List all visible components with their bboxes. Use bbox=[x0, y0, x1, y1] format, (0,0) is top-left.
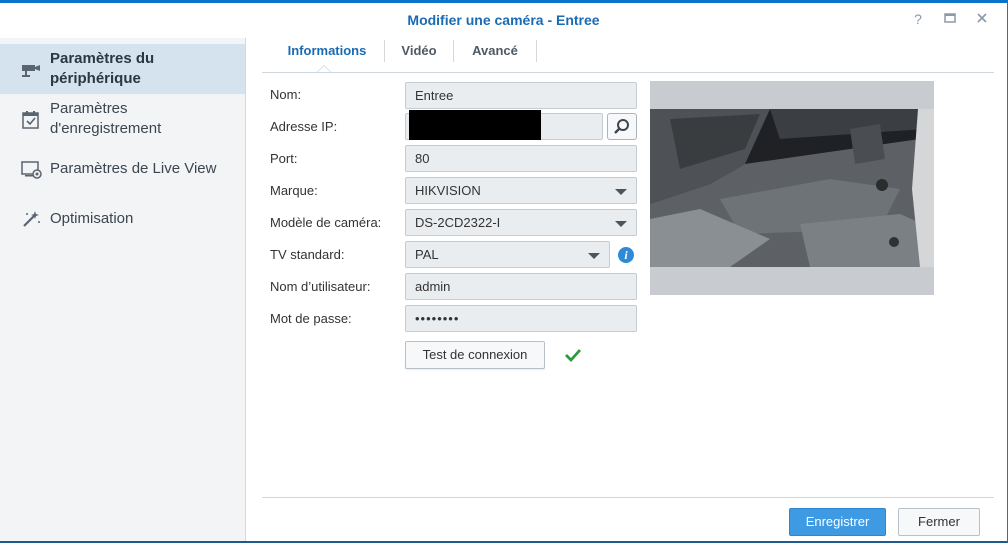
sidebar-item-label: Paramètres du périphérique bbox=[50, 50, 155, 87]
camera-icon bbox=[20, 59, 42, 81]
search-icon bbox=[608, 119, 636, 142]
title-bar: Modifier une caméra - Entree bbox=[0, 3, 1007, 38]
camera-model-select[interactable]: DS-2CD2322-I bbox=[405, 209, 637, 236]
username-label: Nom d’utilisateur: bbox=[270, 279, 371, 294]
help-icon[interactable]: ? bbox=[910, 11, 926, 27]
tv-standard-label: TV standard: bbox=[270, 247, 345, 262]
calendar-check-icon bbox=[20, 109, 42, 131]
live-view-icon bbox=[20, 158, 42, 180]
search-camera-button[interactable] bbox=[607, 113, 637, 140]
redacted-ip-block bbox=[409, 110, 541, 140]
brand-select[interactable]: HIKVISION bbox=[405, 177, 637, 204]
sidebar-item-optimization[interactable]: Optimisation bbox=[0, 194, 245, 244]
name-label: Nom: bbox=[270, 87, 302, 102]
username-input[interactable]: admin bbox=[405, 273, 637, 300]
tab-bar: Informations Vidéo Avancé bbox=[262, 38, 994, 73]
modify-camera-dialog: Modifier une caméra - Entree ? Paramètre… bbox=[0, 0, 1008, 543]
password-input[interactable]: •••••••• bbox=[405, 305, 637, 332]
sidebar-item-live-view-settings[interactable]: Paramètres de Live View bbox=[0, 144, 245, 194]
ip-address-label: Adresse IP: bbox=[270, 119, 338, 134]
sidebar-item-label: Paramètres d'enregistrement bbox=[50, 100, 162, 137]
sidebar-item-recording-settings[interactable]: Paramètres d'enregistrement bbox=[0, 94, 245, 144]
sidebar-item-label: Paramètres de Live View bbox=[50, 160, 217, 177]
password-label: Mot de passe: bbox=[270, 311, 352, 326]
sidebar-item-label: Optimisation bbox=[50, 210, 134, 227]
magic-wand-icon bbox=[20, 208, 42, 230]
name-input[interactable]: Entree bbox=[405, 82, 637, 109]
port-input[interactable]: 80 bbox=[405, 145, 637, 172]
checkmark-icon bbox=[564, 347, 582, 363]
camera-snapshot-image bbox=[650, 109, 934, 267]
maximize-icon[interactable] bbox=[942, 11, 958, 27]
save-button[interactable]: Enregistrer bbox=[789, 508, 886, 536]
test-connection-button[interactable]: Test de connexion bbox=[405, 341, 545, 369]
tab-advanced[interactable]: Avancé bbox=[454, 38, 536, 66]
close-button[interactable]: Fermer bbox=[898, 508, 980, 536]
sidebar-item-device-settings[interactable]: Paramètres du périphérique bbox=[0, 44, 245, 94]
info-icon[interactable]: i bbox=[618, 247, 634, 263]
footer-divider bbox=[262, 497, 994, 498]
tab-divider bbox=[536, 40, 537, 62]
tab-video[interactable]: Vidéo bbox=[385, 38, 453, 66]
camera-model-label: Modèle de caméra: bbox=[270, 215, 382, 230]
brand-label: Marque: bbox=[270, 183, 318, 198]
window-title: Modifier une caméra - Entree bbox=[407, 12, 600, 28]
close-icon[interactable] bbox=[974, 11, 990, 27]
active-tab-indicator bbox=[317, 65, 331, 72]
sidebar: Paramètres du périphérique Paramètres d'… bbox=[0, 38, 246, 541]
tv-standard-select[interactable]: PAL bbox=[405, 241, 610, 268]
tab-informations[interactable]: Informations bbox=[270, 38, 384, 66]
port-label: Port: bbox=[270, 151, 298, 166]
